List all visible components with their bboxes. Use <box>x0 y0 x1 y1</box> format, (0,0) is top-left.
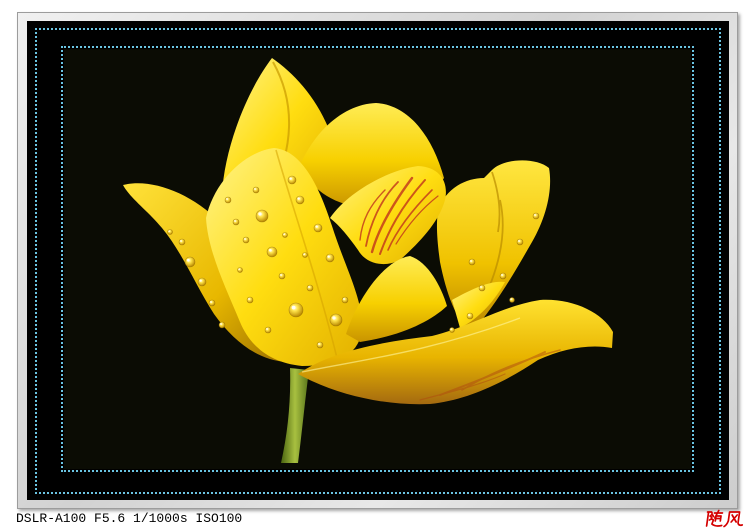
tulip-flower <box>123 58 613 463</box>
water-droplet <box>329 313 343 327</box>
water-droplet <box>264 326 272 334</box>
water-droplet <box>252 186 260 194</box>
water-droplet <box>499 272 507 280</box>
water-droplet <box>184 256 196 268</box>
water-droplet <box>302 252 308 258</box>
water-droplet <box>532 212 540 220</box>
tulip-photo <box>64 49 691 469</box>
water-droplet <box>341 296 349 304</box>
center-front-petal <box>346 256 447 342</box>
tulip-stem <box>281 368 309 463</box>
water-droplet <box>208 299 216 307</box>
water-droplet <box>167 229 173 235</box>
water-droplet <box>178 238 186 246</box>
water-droplet <box>287 175 297 185</box>
water-droplet <box>325 253 335 263</box>
water-droplet <box>232 218 240 226</box>
water-droplet <box>242 236 250 244</box>
tulip-illustration <box>123 58 613 463</box>
water-droplet <box>466 312 474 320</box>
water-droplet <box>197 277 207 287</box>
water-droplet <box>278 272 286 280</box>
water-droplet <box>306 284 314 292</box>
water-droplet <box>237 267 243 273</box>
water-droplet <box>218 321 226 329</box>
water-droplet <box>449 327 455 333</box>
water-droplet <box>509 297 515 303</box>
water-droplet <box>516 238 524 246</box>
water-droplet <box>316 341 324 349</box>
water-droplet <box>255 209 269 223</box>
water-droplet <box>224 196 232 204</box>
water-droplet <box>288 302 304 318</box>
camera-exif-caption: DSLR-A100 F5.6 1/1000s ISO100 <box>16 511 243 526</box>
water-droplet <box>478 284 486 292</box>
water-droplet <box>282 232 288 238</box>
signature <box>705 509 744 528</box>
water-droplet <box>266 246 278 258</box>
water-droplet <box>313 223 323 233</box>
water-droplet <box>295 195 305 205</box>
water-droplet <box>468 258 476 266</box>
water-droplet <box>246 296 254 304</box>
